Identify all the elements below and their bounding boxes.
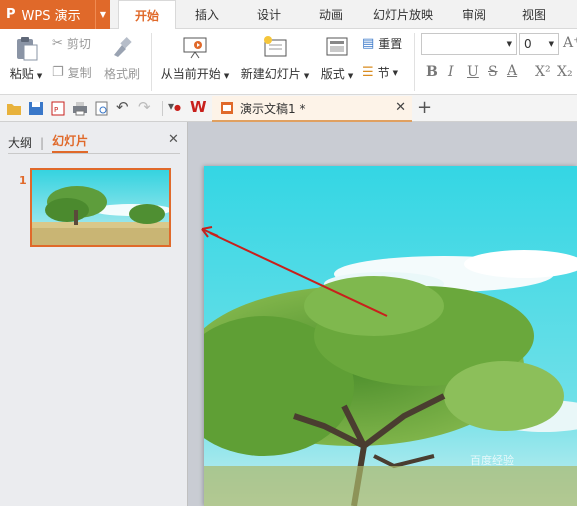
play-from-current-label: 从当前开始 — [160, 67, 221, 81]
divider — [414, 33, 415, 91]
font-size-value: 0 — [524, 37, 532, 51]
wps-w-icon[interactable]: W — [190, 98, 207, 116]
slide-number: 1 — [19, 174, 27, 187]
tab-divider: | — [40, 135, 45, 150]
close-icon[interactable]: ✕ — [395, 100, 406, 115]
cut-button[interactable]: ✂ 剪切 — [52, 35, 91, 52]
scissors-icon: ✂ — [52, 36, 63, 51]
divider — [151, 33, 152, 91]
watermark: 百度经验 — [470, 454, 514, 467]
cut-label: 剪切 — [66, 37, 91, 51]
copy-icon: ❐ — [52, 65, 64, 80]
chevron-down-icon[interactable]: ▼ — [95, 0, 110, 29]
tab-slideshow[interactable]: 幻灯片放映 — [362, 0, 444, 29]
customize-toolbar-icon[interactable]: ▾● — [168, 99, 181, 113]
format-painter-button[interactable]: 格式刷 — [101, 35, 143, 82]
slide-photo — [204, 166, 577, 506]
close-icon[interactable]: ✕ — [168, 132, 179, 147]
font-color-button[interactable]: A — [507, 63, 517, 79]
tab-home[interactable]: 开始 — [118, 0, 176, 30]
font-name-select[interactable]: ▼ — [421, 33, 517, 55]
tab-view[interactable]: 视图 — [504, 0, 564, 29]
slideshow-icon — [183, 37, 207, 59]
paste-label: 粘贴 — [9, 67, 34, 81]
print-preview-icon[interactable] — [94, 101, 110, 116]
slide-thumbnail-image — [32, 170, 169, 245]
section-button[interactable]: ☰ 节 ▼ — [362, 64, 398, 81]
wps-logo-icon: P — [6, 7, 16, 22]
tab-slides[interactable]: 幻灯片 — [52, 132, 89, 153]
underline-button[interactable]: U — [467, 64, 479, 80]
divider — [8, 153, 180, 154]
section-icon: ☰ — [362, 65, 374, 80]
new-slide-label: 新建幻灯片 — [240, 67, 301, 81]
print-icon[interactable] — [72, 101, 88, 116]
superscript-button[interactable]: X² — [535, 64, 551, 80]
reset-button[interactable]: ▤ 重置 — [362, 35, 402, 52]
copy-button[interactable]: ❐ 复制 — [52, 64, 92, 81]
tab-review[interactable]: 审阅 — [444, 0, 504, 29]
font-grow-button[interactable]: A⁺ — [563, 35, 577, 51]
divider — [162, 101, 163, 116]
brush-icon — [114, 37, 132, 57]
app-menu-button[interactable]: P WPS 演示 — [0, 0, 110, 29]
format-painter-label: 格式刷 — [103, 67, 140, 81]
layout-button[interactable]: 版式 ▼ — [318, 35, 356, 82]
export-pdf-icon[interactable]: P — [50, 101, 66, 116]
reset-label: 重置 — [378, 37, 403, 51]
chevron-down-icon: ▼ — [548, 40, 554, 48]
subscript-button[interactable]: X₂ — [557, 64, 573, 80]
slide-canvas[interactable] — [204, 166, 577, 506]
play-from-current-button[interactable]: 从当前开始 ▼ — [158, 35, 232, 82]
section-label: 节 — [377, 66, 390, 80]
tab-insert[interactable]: 插入 — [176, 0, 238, 29]
italic-button[interactable]: I — [448, 64, 454, 80]
document-tab[interactable]: 演示文稿1 * ✕ — [212, 96, 412, 122]
save-icon[interactable] — [28, 101, 44, 116]
document-title: 演示文稿1 * — [240, 101, 306, 116]
layout-label: 版式 — [320, 67, 345, 81]
ribbon-tabs: 开始 插入 设计 动画 幻灯片放映 审阅 视图 — [118, 0, 564, 30]
panel-tabs: 大纲 | 幻灯片 — [8, 132, 89, 153]
svg-text:P: P — [54, 106, 58, 114]
strikethrough-button[interactable]: S — [488, 64, 498, 80]
ribbon: 粘贴 ▼ ✂ 剪切 ❐ 复制 格式刷 从当前开始 ▼ 新建幻灯片 ▼ 版式 ▼ … — [0, 29, 577, 95]
tab-design[interactable]: 设计 — [238, 0, 300, 29]
paste-button[interactable]: 粘贴 ▼ — [8, 35, 44, 82]
presentation-file-icon — [221, 102, 233, 114]
paste-icon — [17, 37, 38, 61]
new-slide-icon — [264, 36, 287, 57]
slide-panel: 大纲 | 幻灯片 ✕ 1 — [0, 122, 188, 506]
annotation-arrow-icon — [201, 226, 219, 238]
open-folder-icon[interactable] — [6, 101, 22, 116]
menu-bar: P WPS 演示 ▼ 开始 插入 设计 动画 幻灯片放映 审阅 视图 — [0, 0, 577, 30]
new-slide-button[interactable]: 新建幻灯片 ▼ — [238, 35, 312, 82]
bold-button[interactable]: B — [426, 64, 438, 80]
slide-thumbnail[interactable] — [30, 168, 171, 247]
undo-icon[interactable]: ↶ — [116, 98, 129, 116]
chevron-down-icon: ▼ — [506, 40, 512, 48]
new-tab-icon[interactable]: + — [417, 97, 432, 118]
redo-icon[interactable]: ↷ — [138, 98, 151, 116]
font-size-select[interactable]: 0 ▼ — [519, 33, 559, 55]
reset-icon: ▤ — [362, 36, 375, 51]
layout-icon — [326, 37, 348, 56]
tab-animation[interactable]: 动画 — [300, 0, 362, 29]
app-name: WPS 演示 — [21, 9, 81, 24]
tab-outline[interactable]: 大纲 — [8, 134, 32, 151]
copy-label: 复制 — [67, 66, 92, 80]
